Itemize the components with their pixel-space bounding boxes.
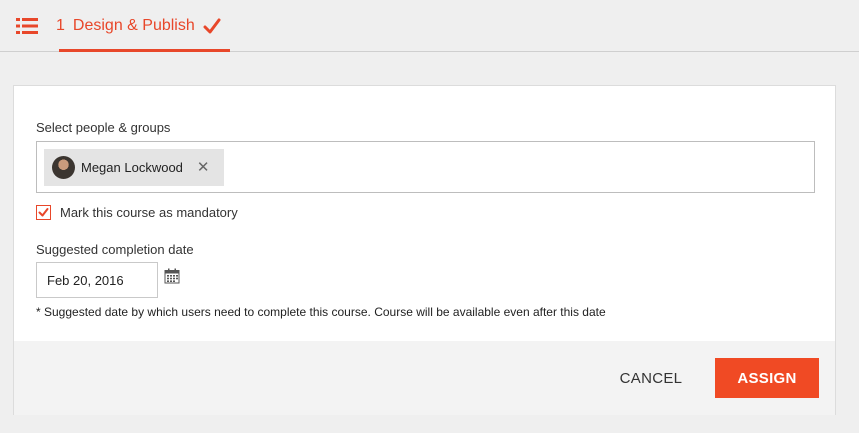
people-picker-input[interactable]: Megan Lockwood ✕ — [36, 141, 815, 193]
step-tab-design-publish[interactable]: 1 Design & Publish — [16, 0, 221, 52]
date-label: Suggested completion date — [36, 242, 194, 257]
checkmark-icon — [38, 208, 49, 217]
cancel-button[interactable]: CANCEL — [606, 358, 696, 398]
avatar — [52, 156, 75, 179]
step-title: Design & Publish — [72, 17, 195, 34]
date-footnote: * Suggested date by which users need to … — [36, 305, 606, 319]
assign-dialog: Select people & groups Megan Lockwood ✕ … — [13, 85, 836, 415]
step-number: 1 — [56, 17, 65, 34]
close-icon[interactable]: ✕ — [197, 160, 210, 175]
mandatory-checkbox[interactable] — [36, 205, 51, 220]
mandatory-option[interactable]: Mark this course as mandatory — [36, 205, 238, 220]
list-icon[interactable] — [16, 17, 38, 35]
top-bar: 1 Design & Publish — [0, 0, 859, 52]
checkmark-icon — [203, 18, 221, 34]
person-chip: Megan Lockwood ✕ — [44, 149, 224, 186]
dialog-footer: CANCEL ASSIGN — [14, 341, 835, 415]
calendar-icon[interactable] — [164, 268, 180, 284]
person-chip-name: Megan Lockwood — [81, 160, 183, 175]
mandatory-label: Mark this course as mandatory — [60, 205, 238, 220]
completion-date-field[interactable]: Feb 20, 2016 — [36, 262, 158, 298]
people-label: Select people & groups — [36, 120, 171, 135]
assign-button[interactable]: ASSIGN — [715, 358, 819, 398]
active-step-indicator — [59, 49, 230, 52]
